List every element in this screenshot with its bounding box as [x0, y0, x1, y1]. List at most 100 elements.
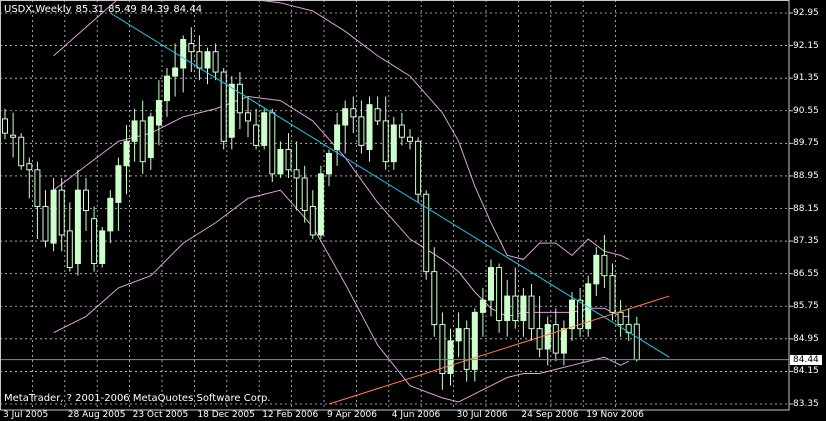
bear-candle [34, 169, 41, 207]
bear-candle [212, 51, 219, 73]
bear-candle [2, 118, 8, 134]
bull-candle [342, 108, 349, 126]
bull-candle [560, 328, 567, 354]
bear-candle [463, 328, 470, 370]
x-tick-label: 18 Dec 2005 [197, 410, 255, 420]
bear-candle [285, 148, 292, 171]
bear-candle [496, 267, 503, 322]
x-tick-label: 4 Jun 2006 [391, 410, 441, 420]
bear-candle [398, 124, 405, 138]
bull-candle [50, 189, 57, 244]
bollinger-lower [53, 189, 629, 403]
bull-candle [569, 299, 575, 330]
bear-candle [18, 136, 25, 167]
y-tick-label: 83.35 [793, 399, 819, 409]
bull-candle [544, 324, 551, 350]
bear-candle [431, 271, 438, 326]
bull-candle [261, 112, 268, 146]
bull-candle [317, 173, 324, 236]
bear-candle [617, 311, 624, 326]
bull-candle [488, 267, 494, 301]
bear-candle [188, 43, 195, 53]
bear-candle [42, 205, 49, 242]
bear-candle [536, 328, 543, 350]
y-tick-label: 88.15 [793, 203, 819, 214]
bull-candle [520, 295, 527, 322]
bear-candle [309, 205, 316, 236]
x-tick-label: 19 Nov 2006 [586, 410, 644, 420]
bull-candle [147, 116, 154, 159]
close-value: 84.44 [173, 4, 203, 15]
bull-candle [204, 51, 211, 69]
chart-header: USDX,Weekly 85.31 85.49 84.39 84.44 [4, 4, 206, 15]
copyright-notice: MetaTrader, ? 2001-2006 MetaQuotes Softw… [4, 393, 271, 404]
bull-candle [277, 148, 284, 175]
bear-candle [91, 218, 98, 264]
bear-candle [269, 112, 276, 175]
bull-candle [326, 153, 332, 175]
open-value: 85.31 [75, 4, 105, 15]
bear-candle [382, 120, 389, 163]
low-value: 84.39 [140, 4, 170, 15]
bull-candle [366, 104, 373, 150]
y-tick-label: 88.95 [793, 170, 819, 181]
y-tick-label: 90.55 [793, 105, 819, 116]
bear-candle [253, 124, 260, 146]
bull-candle [447, 340, 454, 374]
x-tick-label: 3 Jul 2005 [3, 410, 49, 420]
x-tick-label: 24 Sep 2006 [521, 410, 579, 420]
bull-candle [455, 328, 462, 342]
bull-candle [131, 120, 138, 142]
y-tick-label: 86.55 [793, 268, 819, 279]
bear-candle [633, 323, 640, 361]
bear-candle [245, 112, 251, 122]
y-tick-label: 92.15 [793, 40, 819, 51]
bull-candle [155, 100, 162, 126]
x-tick-label: 23 Oct 2005 [132, 410, 189, 420]
bull-candle [180, 38, 187, 69]
bear-candle [423, 193, 430, 273]
bear-candle [236, 83, 243, 114]
bear-candle [196, 51, 203, 69]
y-tick-label: 89.75 [793, 138, 819, 149]
bull-candle [115, 165, 122, 203]
bear-candle [439, 324, 446, 374]
bear-candle [301, 177, 308, 212]
bear-candle [66, 230, 73, 269]
price-chart[interactable] [0, 0, 826, 421]
y-tick-label: 87.35 [793, 236, 819, 247]
y-tick-label: 84.95 [793, 333, 819, 344]
bear-candle [552, 324, 559, 354]
bear-candle [293, 169, 300, 179]
bear-candle [407, 136, 413, 142]
symbol-label: USDX,Weekly [4, 4, 72, 15]
bull-candle [164, 75, 170, 102]
bull-candle [74, 189, 81, 264]
bull-candle [471, 311, 478, 370]
bear-candle [374, 108, 381, 122]
current-price-label: 84.44 [790, 354, 822, 365]
bear-candle [601, 254, 608, 277]
x-tick-label: 28 Aug 2005 [67, 410, 126, 420]
x-tick-label: 9 Apr 2006 [327, 410, 377, 420]
bear-candle [512, 295, 519, 322]
bull-candle [99, 230, 106, 264]
bull-candle [334, 124, 341, 150]
x-tick-label: 30 Jul 2006 [456, 410, 508, 420]
bull-candle [228, 83, 235, 138]
chart-window[interactable]: USDX,Weekly 85.31 85.49 84.39 84.44 MetaTrad… [0, 0, 826, 421]
bull-candle [123, 140, 130, 167]
y-tick-label: 91.35 [793, 73, 819, 84]
bear-candle [358, 116, 365, 146]
high-value: 85.49 [108, 4, 137, 15]
bull-candle [504, 295, 511, 322]
bull-candle [593, 254, 600, 285]
bear-candle [26, 163, 33, 171]
bear-candle [350, 108, 357, 118]
y-tick-label: 84.15 [793, 366, 819, 377]
axes [0, 0, 793, 411]
bull-candle [479, 299, 486, 313]
y-tick-label: 92.95 [793, 8, 819, 18]
x-tick-label: 12 Feb 2006 [262, 410, 319, 420]
bear-candle [83, 189, 89, 212]
